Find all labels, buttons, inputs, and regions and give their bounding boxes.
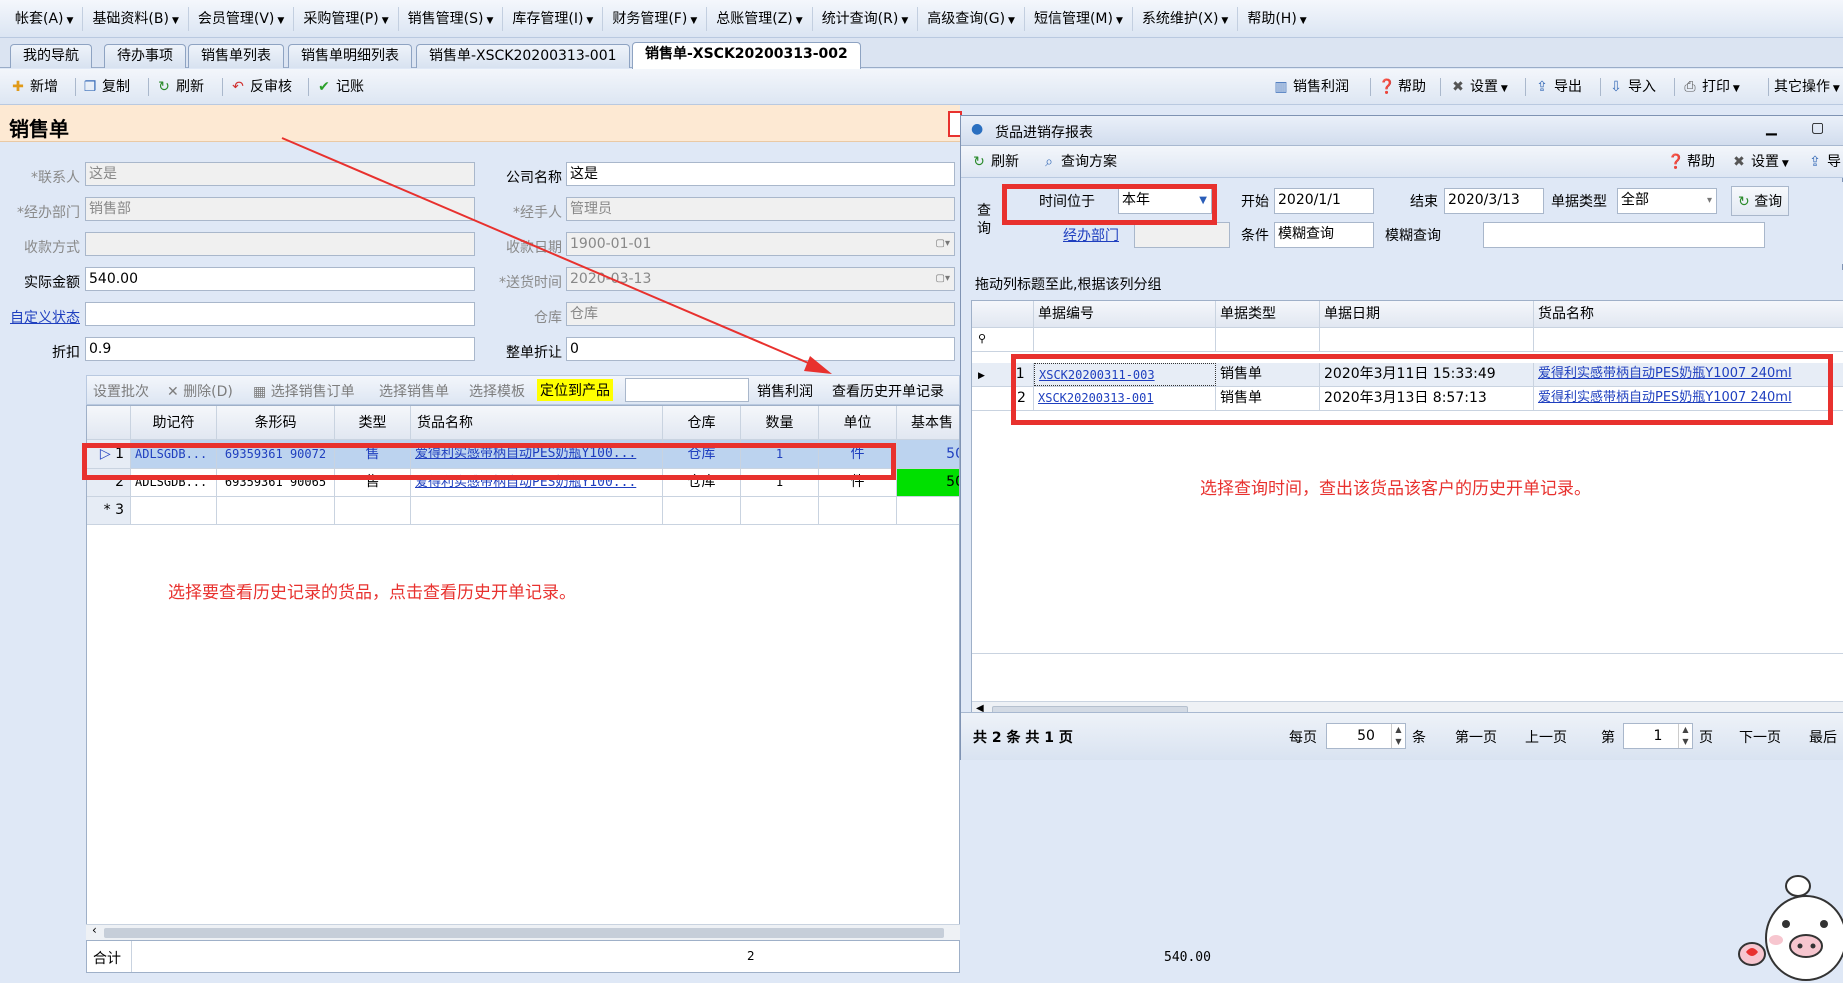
arrow-head-icon <box>804 356 832 374</box>
right-annotation-note: 选择查询时间，查出该货品该客户的历史开单记录。 <box>1200 479 1591 499</box>
pig-mascot-icon <box>1738 875 1843 981</box>
arrow-thin-line <box>281 137 821 369</box>
left-annotation-note: 选择要查看历史记录的货品，点击查看历史开单记录。 <box>168 583 576 603</box>
